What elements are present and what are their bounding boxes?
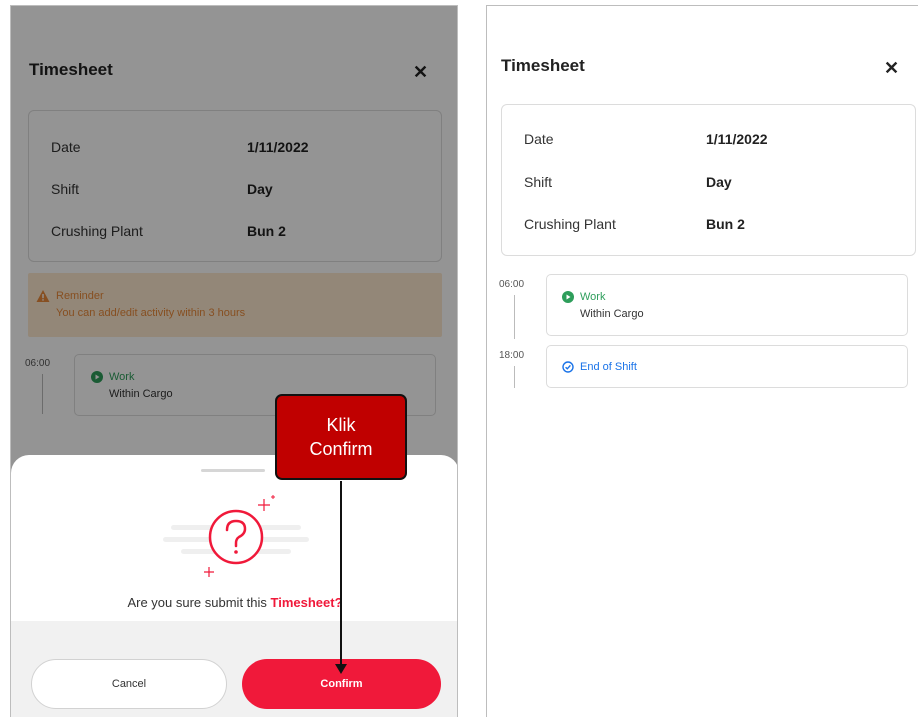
callout-line-2: Confirm <box>309 439 373 459</box>
question-text: Are you sure submit this <box>127 595 271 610</box>
date-value: 1/11/2022 <box>706 131 768 147</box>
timeline-line <box>514 295 515 339</box>
close-icon[interactable]: ✕ <box>884 58 899 79</box>
timeline-time: 06:00 <box>499 279 525 290</box>
confirm-bottom-sheet: Are you sure submit this Timesheet? Canc… <box>11 455 457 717</box>
activity-card-work[interactable]: Work Within Cargo <box>546 274 908 336</box>
question-highlight: Timesheet <box>270 595 335 610</box>
activity-title: Work <box>580 291 606 303</box>
confirm-question: Are you sure submit this Timesheet? <box>11 595 457 610</box>
timeline-time: 18:00 <box>499 350 525 361</box>
timeline-line <box>514 366 515 388</box>
right-timesheet-screen: Timesheet ✕ Date 1/11/2022 Shift Day Cru… <box>486 5 918 717</box>
cancel-button[interactable]: Cancel <box>31 659 227 709</box>
sheet-drag-handle[interactable] <box>201 469 265 472</box>
play-circle-icon <box>562 291 574 303</box>
activity-card-end-of-shift[interactable]: End of Shift <box>546 345 908 388</box>
shift-value: Day <box>706 174 732 190</box>
page-title: Timesheet <box>501 56 585 75</box>
left-timesheet-screen: Timesheet ✕ Date 1/11/2022 Shift Day Cru… <box>10 5 458 717</box>
crushing-plant-value: Bun 2 <box>706 216 745 232</box>
timesheet-info-card: Date 1/11/2022 Shift Day Crushing Plant … <box>501 104 916 256</box>
activity-subtitle: Within Cargo <box>580 308 644 320</box>
callout-line-1: Klik <box>326 415 356 435</box>
crushing-plant-label: Crushing Plant <box>524 216 616 232</box>
confirm-button[interactable]: Confirm <box>242 659 441 709</box>
check-circle-icon <box>562 361 574 373</box>
instruction-callout: Klik Confirm <box>275 394 407 480</box>
activity-title: End of Shift <box>580 361 637 373</box>
date-label: Date <box>524 131 554 147</box>
question-icon <box>163 495 309 577</box>
shift-label: Shift <box>524 174 553 190</box>
question-mark: ? <box>334 595 343 610</box>
